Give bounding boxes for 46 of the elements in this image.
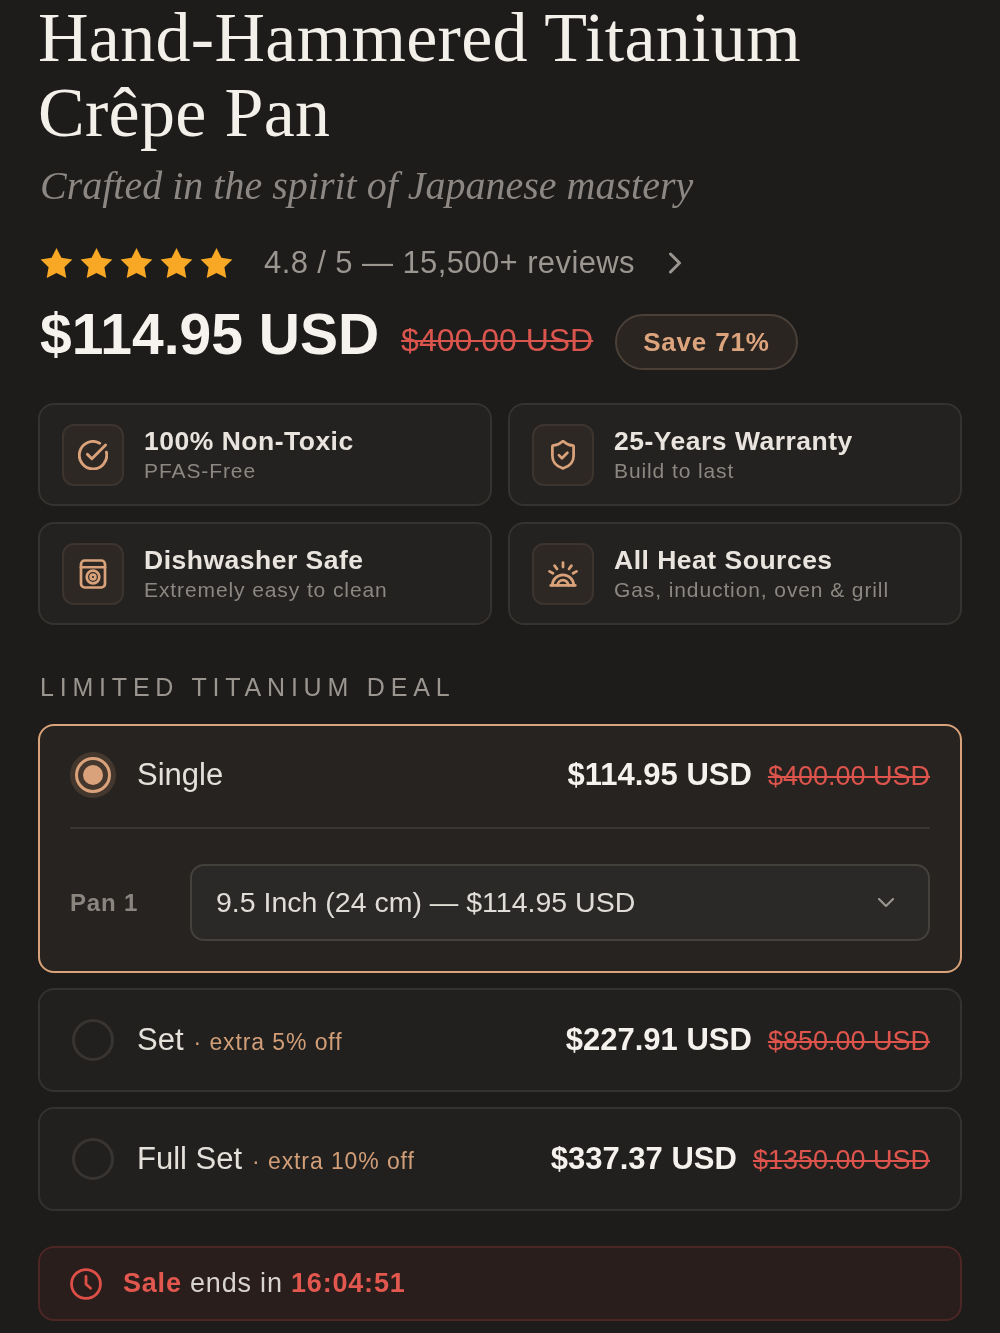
section-heading: LIMITED TITANIUM DEAL [40,672,456,702]
radio-button[interactable] [70,1017,116,1063]
product-title: Hand-Hammered Titanium Crêpe Pan [38,0,802,150]
variant-select[interactable]: 9.5 Inch (24 cm) — $114.95 USD [190,864,930,941]
clock-icon [70,1267,102,1300]
sale-price: $114.95 USD [40,304,380,364]
feature-subtitle: PFAS-Free [144,458,257,484]
option-price: $227.91 USD [565,1022,752,1058]
variant-label: Pan 1 [70,888,140,917]
reviews-link[interactable]: 4.8 / 5 — 15,500+ reviews [264,245,681,281]
product-tagline: Crafted in the spirit of Japanese mastery [40,163,694,209]
deal-option-card[interactable]: Single $114.95 USD $400.00 USD Pan 1 9.5 Inch (24 cm) — $114.95 USD [38,724,962,973]
star-icon [200,247,233,279]
feature-title: 100% Non-Toxic [144,425,354,457]
save-badge: Save 71% [615,314,798,370]
star-icon [80,247,113,279]
shield-check-icon [532,423,594,486]
deal-option-card[interactable]: Full Set · extra 10% off $337.37 USD $1350.00 USD [38,1107,962,1211]
deal-option-card[interactable]: Set · extra 5% off $227.91 USD $850.00 USD [38,988,962,1092]
heat-waves-icon [532,542,594,605]
option-compare-price: $1350.00 USD [752,1145,930,1176]
option-compare-price: $400.00 USD [767,761,930,792]
feature-subtitle: Build to last [614,458,736,484]
option-label: Set [137,1022,184,1058]
radio-button[interactable] [70,1136,116,1182]
feature-title: 25-Years Warranty [614,425,853,457]
option-price: $337.37 USD [550,1141,737,1177]
option-discount-note: · extra 5% off [193,1029,343,1056]
chevron-right-icon [669,252,681,274]
star-icon [120,247,153,279]
option-label: Single [137,757,224,793]
sale-countdown-text: Sale ends in 16:04:51 [123,1268,406,1299]
star-icon [160,247,193,279]
compare-at-price: $400.00 USD [401,321,594,359]
option-compare-price: $850.00 USD [767,1026,930,1057]
option-price: $114.95 USD [567,757,752,793]
feature-subtitle: Gas, induction, oven & grill [614,577,889,603]
option-discount-note: · extra 10% off [252,1148,415,1175]
chevron-down-icon [878,898,894,907]
option-label: Full Set [137,1141,243,1177]
feature-title: Dishwasher Safe [144,544,365,576]
star-icon [40,247,73,279]
dishwasher-icon [62,542,124,605]
feature-title: All Heat Sources [614,544,834,576]
radio-button[interactable] [70,752,116,798]
feature-subtitle: Extremely easy to clean [144,577,388,603]
